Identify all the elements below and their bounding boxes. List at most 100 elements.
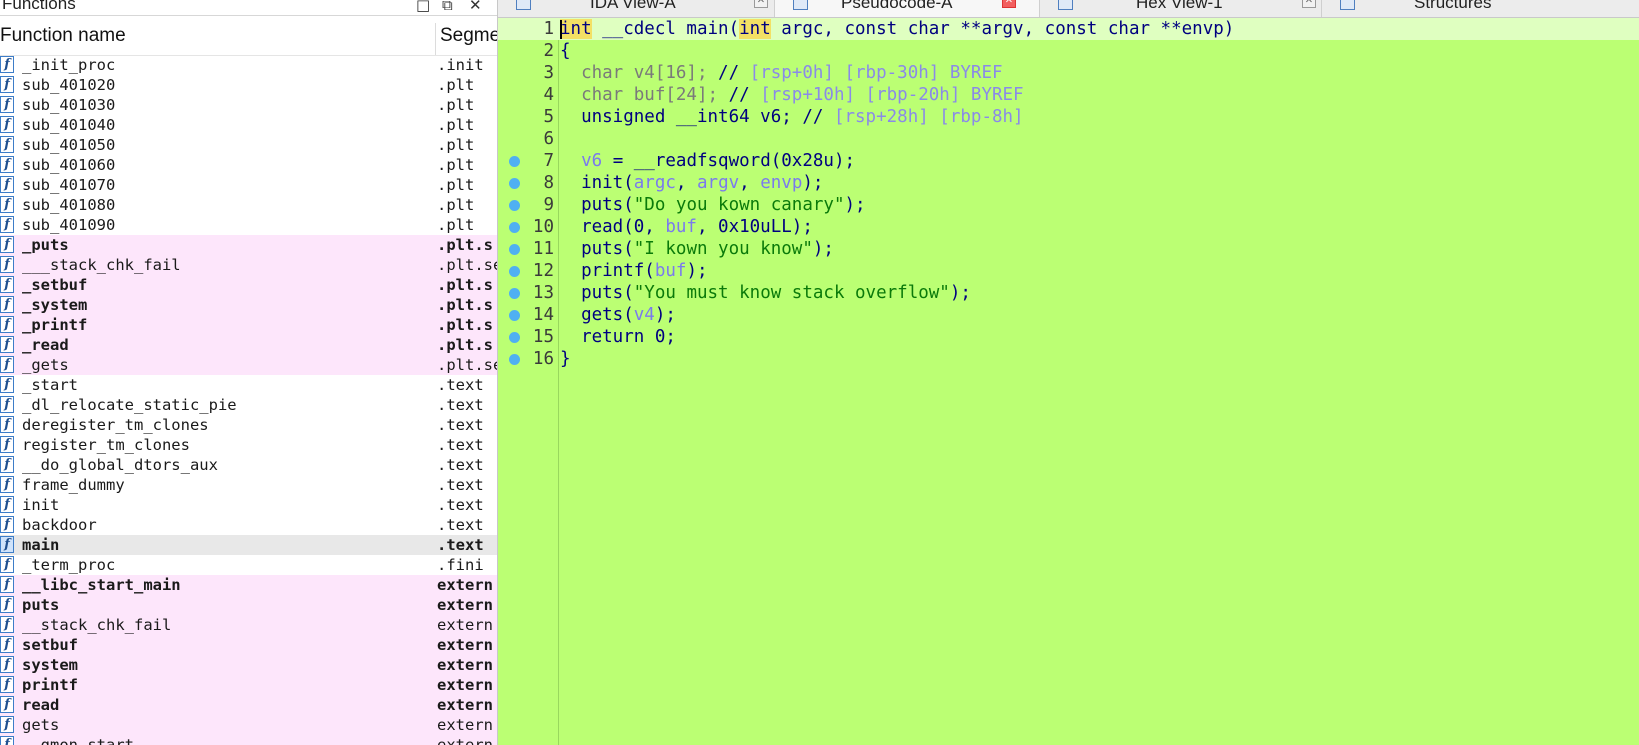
line-number: 11 xyxy=(532,239,554,259)
function-row[interactable]: f sub_401030 .plt xyxy=(0,95,497,115)
function-row[interactable]: f frame_dummy .text xyxy=(0,475,497,495)
tab-hex-view-1[interactable]: Hex View-1 ✕ xyxy=(1040,0,1322,17)
function-segment: .text xyxy=(437,416,484,434)
code-token: ); xyxy=(654,305,676,325)
function-row[interactable]: f _printf .plt.s xyxy=(0,315,497,335)
function-segment: .text xyxy=(437,536,484,554)
tab-structures[interactable]: Structures xyxy=(1322,0,1639,17)
float-window-icon[interactable]: ⧉ xyxy=(442,0,453,14)
function-row[interactable]: f setbuf extern xyxy=(0,635,497,655)
function-row[interactable]: f register_tm_clones .text xyxy=(0,435,497,455)
close-panel-icon[interactable]: ✕ xyxy=(469,0,482,14)
line-number: 10 xyxy=(532,217,554,237)
function-segment: .plt xyxy=(437,116,475,134)
code-line[interactable]: 3 char v4[16]; // [rsp+0h] [rbp-30h] BYR… xyxy=(498,62,1639,84)
code-token: puts( xyxy=(560,195,634,215)
function-icon: f xyxy=(0,136,14,153)
code-token: v4 xyxy=(633,305,655,325)
function-row[interactable]: f sub_401020 .plt xyxy=(0,75,497,95)
code-line[interactable]: 9 puts("Do you kown canary"); xyxy=(498,194,1639,216)
function-segment: .init xyxy=(437,56,484,74)
code-line[interactable]: 14 gets(v4); xyxy=(498,304,1639,326)
function-icon: f xyxy=(0,236,14,253)
function-name: frame_dummy xyxy=(22,476,125,494)
code-line[interactable]: 7 v6 = __readfsqword(0x28u); xyxy=(498,150,1639,172)
tab-pseudocode-a[interactable]: Pseudocode-A ✕ xyxy=(775,0,1040,17)
close-tab-icon[interactable]: ✕ xyxy=(754,0,768,8)
code-line[interactable]: 5 unsigned __int64 v6; // [rsp+28h] [rbp… xyxy=(498,106,1639,128)
function-row[interactable]: f sub_401050 .plt xyxy=(0,135,497,155)
function-row[interactable]: f __libc_start_main extern xyxy=(0,575,497,595)
function-name: _system xyxy=(22,296,88,314)
code-line[interactable]: 12 printf(buf); xyxy=(498,260,1639,282)
function-row[interactable]: f _gets .plt.se xyxy=(0,355,497,375)
function-row[interactable]: f _puts .plt.s xyxy=(0,235,497,255)
function-icon: f xyxy=(0,176,14,193)
code-line[interactable]: 6 xyxy=(498,128,1639,150)
function-name: sub_401070 xyxy=(22,176,116,194)
function-row[interactable]: f sub_401080 .plt xyxy=(0,195,497,215)
code-line[interactable]: 4 char buf[24]; // [rsp+10h] [rbp-20h] B… xyxy=(498,84,1639,106)
function-icon: f xyxy=(0,196,14,213)
code-line[interactable]: 8 init(argc, argv, envp); xyxy=(498,172,1639,194)
code-token: gets( xyxy=(560,305,634,325)
code-text: puts("I kown you know"); xyxy=(560,238,834,260)
close-tab-icon[interactable]: ✕ xyxy=(1302,0,1316,8)
function-row[interactable]: f _read .plt.s xyxy=(0,335,497,355)
close-tab-icon[interactable]: ✕ xyxy=(1002,0,1016,8)
function-row[interactable]: f read extern xyxy=(0,695,497,715)
function-icon: f xyxy=(0,696,14,713)
function-row[interactable]: f __do_global_dtors_aux .text xyxy=(0,455,497,475)
function-row[interactable]: f _dl_relocate_static_pie .text xyxy=(0,395,497,415)
function-row[interactable]: f __stack_chk_fail extern xyxy=(0,615,497,635)
restore-window-icon[interactable]: □ xyxy=(416,0,430,14)
function-row[interactable]: f _term_proc .fini xyxy=(0,555,497,575)
function-row[interactable]: f gets extern xyxy=(0,715,497,735)
function-row[interactable]: f __gmon_start__ extern xyxy=(0,735,497,745)
function-name: init xyxy=(22,496,60,514)
function-row[interactable]: f deregister_tm_clones .text xyxy=(0,415,497,435)
line-number: 13 xyxy=(532,283,554,303)
tab-label: Pseudocode-A xyxy=(841,0,953,12)
code-line[interactable]: 11 puts("I kown you know"); xyxy=(498,238,1639,260)
code-text: puts("You must know stack overflow"); xyxy=(560,282,971,304)
code-token: ); xyxy=(949,283,971,303)
function-icon: f xyxy=(0,496,14,513)
function-segment: .text xyxy=(437,456,484,474)
function-row[interactable]: f printf extern xyxy=(0,675,497,695)
function-row[interactable]: f _start .text xyxy=(0,375,497,395)
code-line[interactable]: 16} xyxy=(498,348,1639,370)
code-line[interactable]: 10 read(0, buf, 0x10uLL); xyxy=(498,216,1639,238)
code-line[interactable]: 2{ xyxy=(498,40,1639,62)
function-name: sub_401090 xyxy=(22,216,116,234)
code-line[interactable]: 15 return 0; xyxy=(498,326,1639,348)
tab-ida-view-a[interactable]: IDA View-A ✕ xyxy=(498,0,775,17)
function-row[interactable]: f sub_401070 .plt xyxy=(0,175,497,195)
code-token: argv xyxy=(697,173,740,193)
function-row[interactable]: f init .text xyxy=(0,495,497,515)
pseudocode-editor[interactable]: 1 int __cdecl main(int argc, const char *… xyxy=(498,18,1639,745)
function-name: __stack_chk_fail xyxy=(22,616,172,634)
column-header-segment[interactable]: Segme xyxy=(440,25,497,47)
code-line[interactable]: 1 int __cdecl main(int argc, const char *… xyxy=(498,18,1639,40)
code-line[interactable]: 13 puts("You must know stack overflow"); xyxy=(498,282,1639,304)
function-row[interactable]: f backdoor .text xyxy=(0,515,497,535)
function-row[interactable]: f _system .plt.s xyxy=(0,295,497,315)
code-token: v6 xyxy=(560,151,603,171)
function-row[interactable]: f sub_401040 .plt xyxy=(0,115,497,135)
code-token: __cdecl main( xyxy=(591,19,740,39)
function-row[interactable]: f _setbuf .plt.s xyxy=(0,275,497,295)
function-row[interactable]: f puts extern xyxy=(0,595,497,615)
function-row[interactable]: f ___stack_chk_fail .plt.se xyxy=(0,255,497,275)
column-header-function-name[interactable]: Function name xyxy=(0,25,126,47)
code-token: { xyxy=(560,41,571,61)
column-divider[interactable] xyxy=(435,23,436,55)
function-row[interactable]: f main .text xyxy=(0,535,497,555)
function-row[interactable]: f system extern xyxy=(0,655,497,675)
function-row[interactable]: f sub_401090 .plt xyxy=(0,215,497,235)
function-row[interactable]: f sub_401060 .plt xyxy=(0,155,497,175)
pseudocode-view-icon xyxy=(793,0,808,10)
function-icon: f xyxy=(0,456,14,473)
function-row[interactable]: f _init_proc .init xyxy=(0,55,497,75)
code-text: init(argc, argv, envp); xyxy=(560,172,823,194)
